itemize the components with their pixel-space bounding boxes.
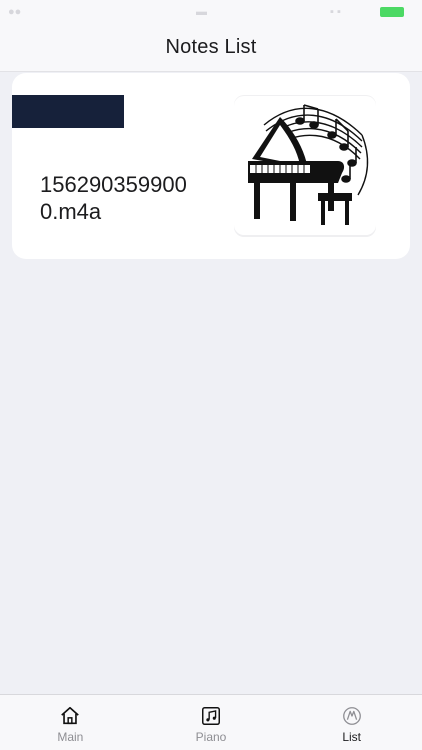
clock-indicator: ▬ — [196, 6, 207, 18]
battery-icon — [380, 7, 404, 17]
tab-list-label: List — [342, 730, 362, 744]
list-icon — [342, 707, 361, 725]
tab-main-label: Main — [57, 730, 84, 744]
note-card[interactable]: 1562903599000.m4a — [12, 73, 410, 259]
tab-piano[interactable]: Piano — [141, 695, 282, 750]
tab-piano-label: Piano — [195, 730, 227, 744]
note-label-bar — [12, 95, 124, 128]
piano-thumbnail — [234, 95, 376, 237]
signal-indicator: ▪ ▪ — [330, 6, 341, 18]
navigation-bar: Notes List — [0, 24, 422, 72]
tab-bar: Main Piano List — [0, 694, 422, 750]
page-title: Notes List — [165, 36, 257, 58]
home-icon — [61, 706, 80, 725]
note-filename: 1562903599000.m4a — [40, 172, 187, 224]
piano-music-icon — [248, 104, 369, 225]
tab-main[interactable]: Main — [0, 695, 141, 750]
music-note-icon — [202, 707, 220, 725]
carrier-indicator: ●● — [8, 6, 22, 18]
status-bar: ●● ▬ ▪ ▪ — [0, 0, 422, 24]
tab-list[interactable]: List — [281, 695, 422, 750]
